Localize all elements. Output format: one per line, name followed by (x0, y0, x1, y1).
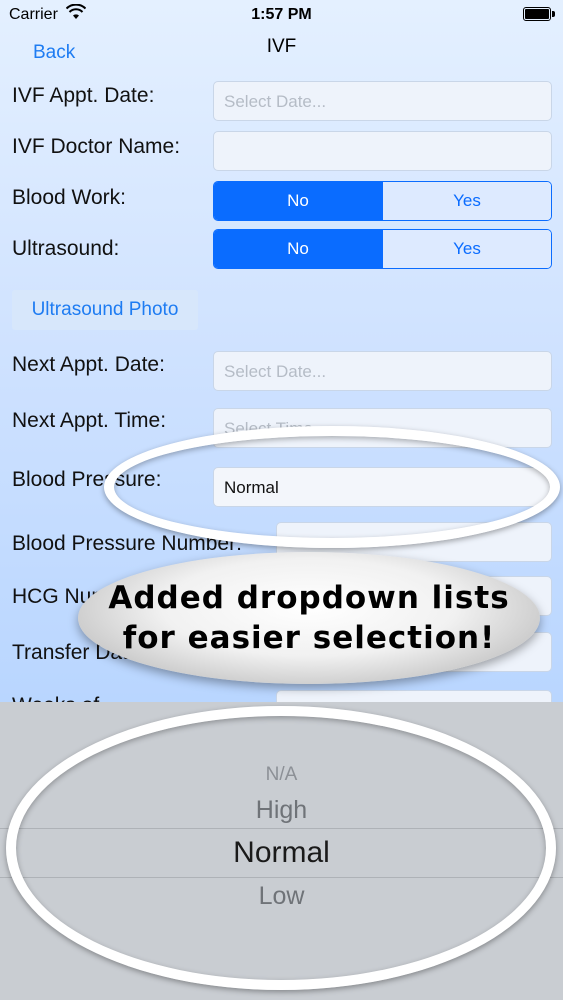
page-title: IVF (266, 36, 297, 57)
next-appt-date-placeholder: Select Date... (224, 362, 327, 381)
ivf-doctor-name-label: IVF Doctor Name: (12, 135, 181, 158)
clock: 1:57 PM (251, 6, 312, 23)
blood-work-yes-segment[interactable]: Yes (382, 182, 551, 220)
battery-icon (523, 7, 555, 21)
ultrasound-label: Ultrasound: (12, 237, 120, 260)
highlight-ring-picker (6, 706, 556, 990)
status-bar: Carrier 1:57 PM (0, 0, 563, 30)
ultrasound-photo-button[interactable]: Ultrasound Photo (12, 290, 198, 330)
callout-line-2: for easier selection! (122, 620, 496, 656)
ivf-doctor-name-field[interactable] (213, 131, 552, 171)
ultrasound-no-segment[interactable]: No (214, 230, 382, 268)
next-appt-time-label: Next Appt. Time: (12, 409, 167, 432)
promo-callout: Added dropdown lists for easier selectio… (78, 552, 540, 684)
next-appt-date-field[interactable]: Select Date... (213, 351, 552, 391)
ivf-appt-date-field[interactable]: Select Date... (213, 81, 552, 121)
ivf-appt-date-placeholder: Select Date... (224, 92, 327, 111)
blood-work-label: Blood Work: (12, 186, 126, 209)
blood-work-no-segment[interactable]: No (214, 182, 382, 220)
next-appt-date-label: Next Appt. Date: (12, 353, 165, 376)
ultrasound-segmented-control[interactable]: No Yes (213, 229, 552, 269)
highlight-ring-blood-pressure (104, 426, 560, 548)
blood-work-segmented-control[interactable]: No Yes (213, 181, 552, 221)
ivf-appt-date-label: IVF Appt. Date: (12, 84, 155, 107)
callout-line-1: Added dropdown lists (108, 580, 510, 616)
ultrasound-yes-segment[interactable]: Yes (382, 230, 551, 268)
